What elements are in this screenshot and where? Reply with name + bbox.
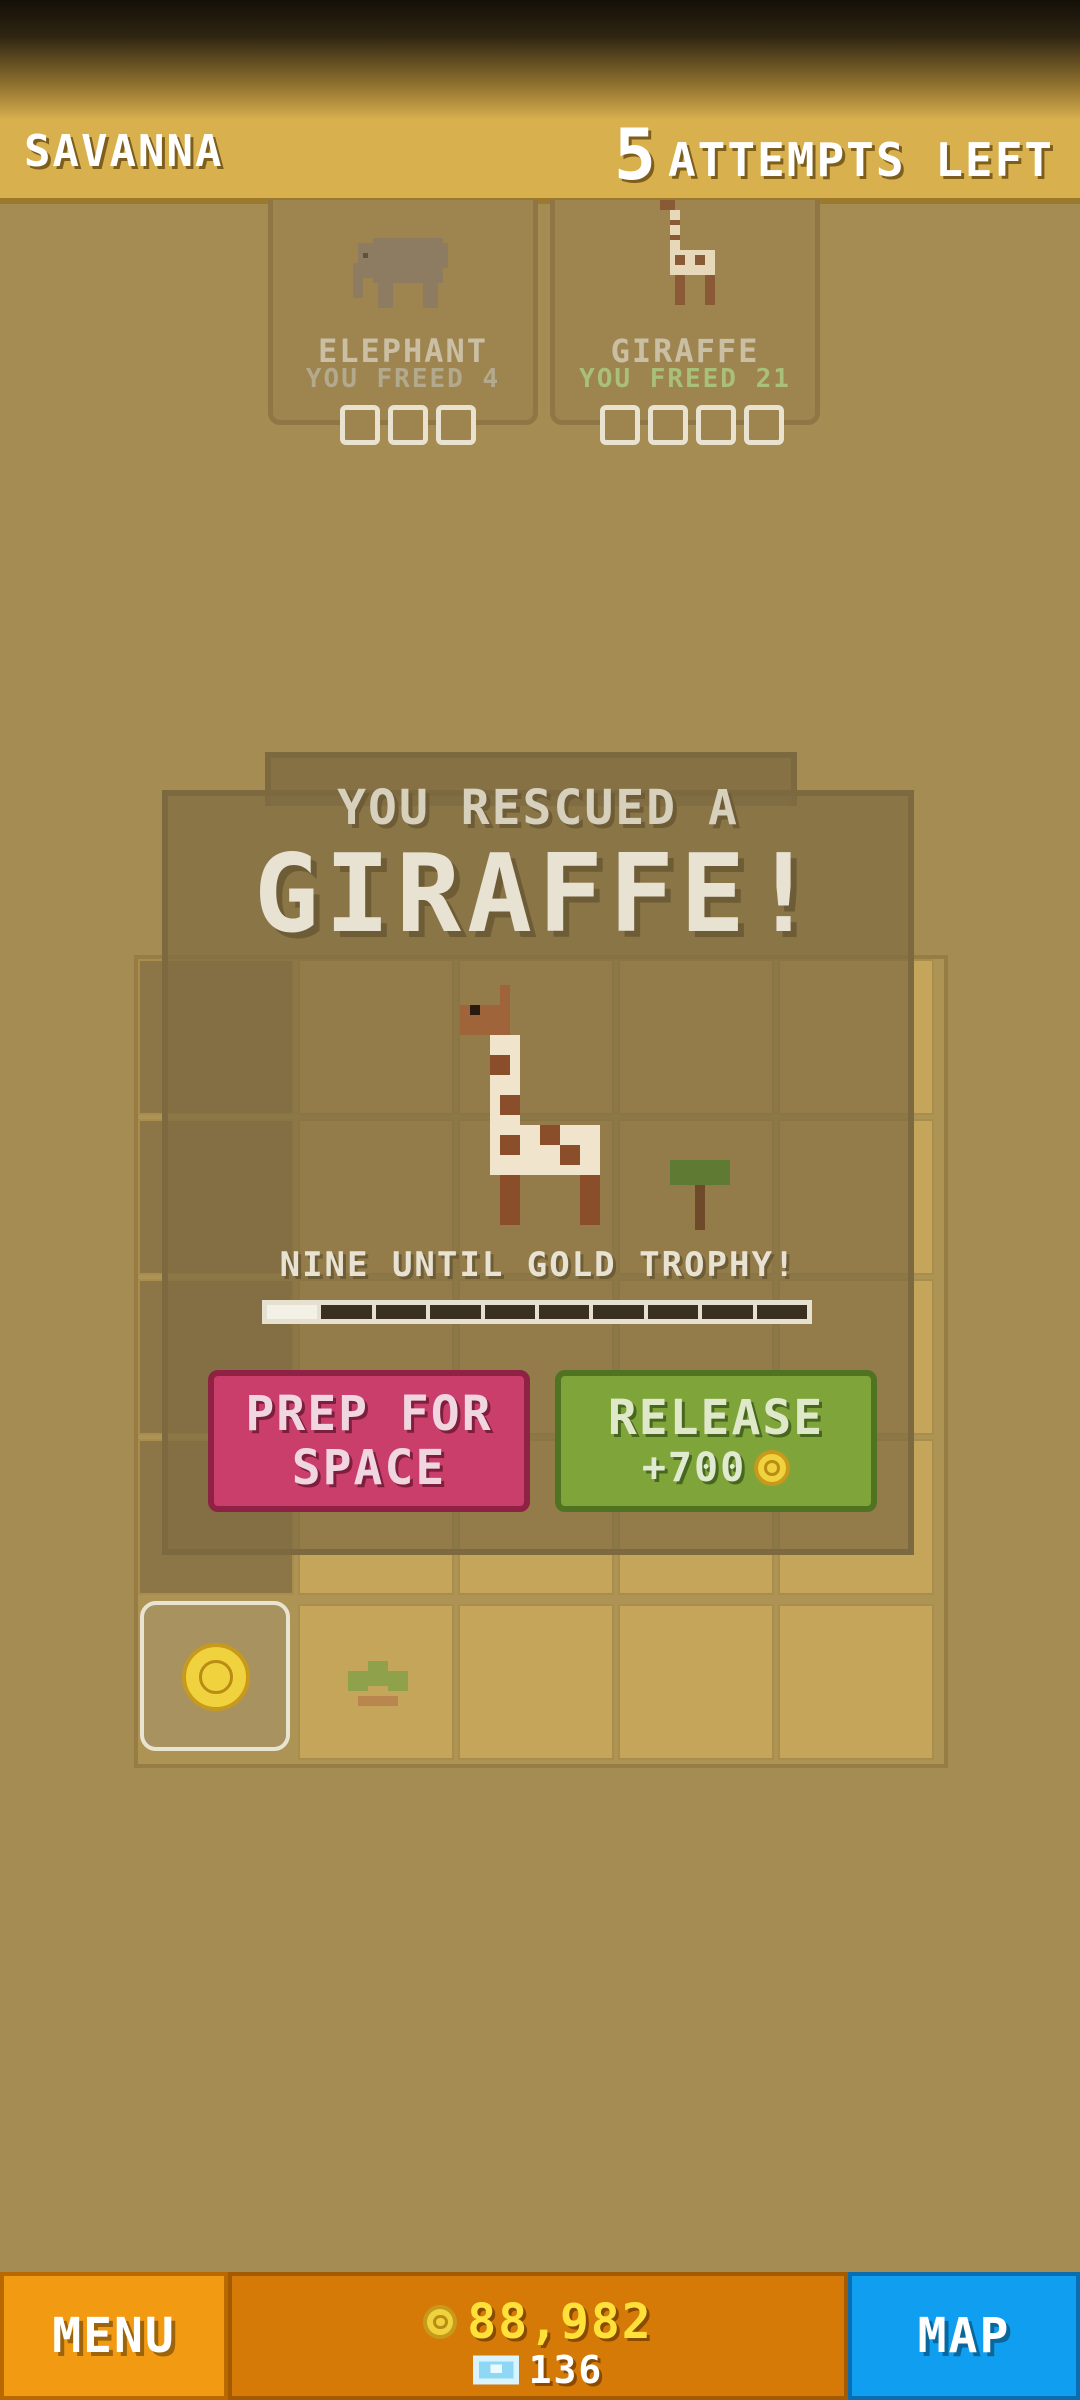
progress-segment — [539, 1305, 590, 1319]
header-bar: SAVANNA 5 ATTEMPTS LEFT — [0, 120, 1080, 204]
coin-amount: 88,982 — [467, 2294, 653, 2350]
collection-slot — [436, 405, 476, 445]
bottom-bar: MENU 88,982 136 MAP — [0, 2272, 1080, 2400]
animal-card-giraffe[interactable]: GIRAFFE YOU FREED 21 — [550, 200, 820, 425]
coin-tile[interactable] — [140, 1601, 290, 1751]
release-label: RELEASE — [607, 1390, 825, 1446]
board-tile[interactable] — [618, 1604, 774, 1760]
giraffe-slots — [600, 405, 784, 445]
currency-display: 88,982 136 — [228, 2272, 848, 2400]
collection-slot — [340, 405, 380, 445]
progress-segment — [375, 1305, 427, 1319]
prep-for-space-button[interactable]: PREP FOR SPACE — [208, 1370, 530, 1512]
attempts-label: ATTEMPTS LEFT — [667, 133, 1054, 187]
card-freed-count: YOU FREED 21 — [579, 364, 791, 394]
attempts-counter: 5 ATTEMPTS LEFT — [614, 120, 1054, 190]
board-tile[interactable] — [298, 1604, 454, 1760]
card-freed-count: YOU FREED 4 — [305, 364, 501, 394]
coin-icon — [423, 2305, 458, 2339]
menu-button[interactable]: MENU — [0, 2272, 228, 2400]
gem-amount: 136 — [528, 2348, 604, 2392]
release-button[interactable]: RELEASE +700 — [555, 1370, 877, 1512]
attempts-number: 5 — [613, 114, 658, 196]
progress-segment — [430, 1305, 481, 1319]
rescued-animal-name: GIRAFFE! — [253, 832, 823, 957]
coin-balance: 88,982 — [232, 2294, 844, 2350]
collection-slot — [696, 405, 736, 445]
trophy-progress-bar — [262, 1300, 812, 1324]
collection-slot — [600, 405, 640, 445]
release-reward-amount: +700 — [641, 1445, 747, 1491]
trophy-progress-text: NINE UNTIL GOLD TROPHY! — [279, 1245, 797, 1285]
collection-slot — [388, 405, 428, 445]
zone-name: SAVANNA — [24, 126, 224, 177]
progress-segment — [267, 1305, 318, 1319]
prep-label-line2: SPACE — [291, 1440, 447, 1496]
map-button[interactable]: MAP — [848, 2272, 1080, 2400]
board-tile[interactable] — [778, 1604, 934, 1760]
coin-icon — [182, 1643, 250, 1711]
elephant-icon — [353, 238, 448, 308]
release-reward: +700 — [641, 1445, 791, 1491]
map-label: MAP — [917, 2308, 1011, 2364]
giraffe-icon — [460, 985, 600, 1225]
rescued-heading: YOU RESCUED A — [337, 780, 739, 836]
prep-label-line1: PREP FOR — [245, 1386, 493, 1442]
progress-segment — [484, 1305, 536, 1319]
progress-segment — [702, 1305, 753, 1319]
tree-icon — [670, 1160, 730, 1230]
progress-segment — [593, 1305, 644, 1319]
progress-segment — [756, 1305, 808, 1319]
collection-slot — [744, 405, 784, 445]
collection-slot — [648, 405, 688, 445]
board-tile[interactable] — [458, 1604, 614, 1760]
gem-balance: 136 — [232, 2348, 844, 2392]
animal-card-elephant[interactable]: ELEPHANT YOU FREED 4 — [268, 200, 538, 425]
elephant-slots — [340, 405, 476, 445]
giraffe-icon — [660, 200, 715, 305]
menu-label: MENU — [52, 2308, 176, 2364]
progress-segment — [321, 1305, 372, 1319]
coin-icon — [754, 1450, 791, 1486]
status-bar-area — [0, 0, 1080, 120]
progress-segment — [647, 1305, 699, 1319]
bush-icon — [348, 1661, 408, 1706]
diamond-icon — [472, 2355, 519, 2385]
